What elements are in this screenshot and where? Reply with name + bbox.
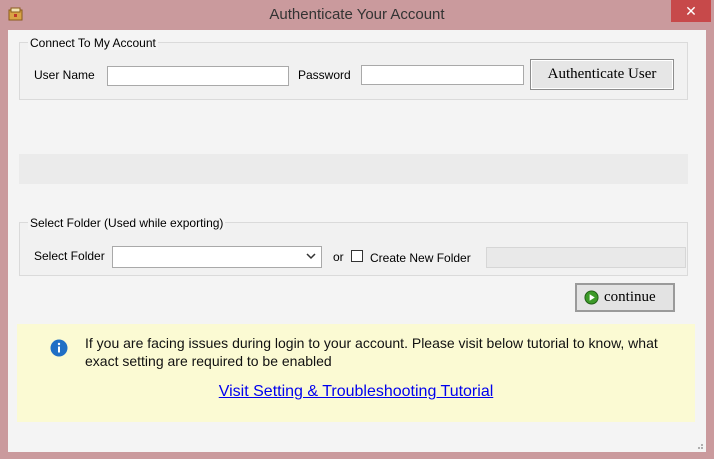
or-label: or xyxy=(333,250,344,264)
password-input[interactable] xyxy=(361,65,524,85)
info-panel: If you are facing issues during login to… xyxy=(17,324,695,422)
chevron-down-icon xyxy=(306,253,316,260)
window-title: Authenticate Your Account xyxy=(269,6,445,23)
new-folder-name-input xyxy=(486,247,686,268)
progress-bar xyxy=(19,154,688,184)
client-area: Connect To My Account User Name Password… xyxy=(8,30,706,452)
play-circle-icon xyxy=(584,290,599,305)
close-button[interactable]: ✕ xyxy=(671,0,711,22)
info-icon xyxy=(50,339,68,357)
username-label: User Name xyxy=(34,68,95,82)
connect-account-legend: Connect To My Account xyxy=(28,36,158,50)
select-folder-dropdown[interactable] xyxy=(112,246,322,268)
select-folder-label: Select Folder xyxy=(34,249,105,263)
select-folder-group: Select Folder (Used while exporting) Sel… xyxy=(19,216,688,276)
select-folder-legend: Select Folder (Used while exporting) xyxy=(28,216,226,230)
app-window: Authenticate Your Account ✕ Connect To M… xyxy=(0,0,714,459)
title-bar: Authenticate Your Account ✕ xyxy=(0,0,714,30)
create-new-folder-label[interactable]: Create New Folder xyxy=(370,251,471,265)
password-label: Password xyxy=(298,68,351,82)
continue-button[interactable]: continue xyxy=(575,283,675,312)
troubleshooting-tutorial-link[interactable]: Visit Setting & Troubleshooting Tutorial xyxy=(17,383,695,401)
create-new-folder-checkbox[interactable] xyxy=(351,250,363,262)
info-message: If you are facing issues during login to… xyxy=(85,335,658,369)
continue-label: continue xyxy=(604,289,656,305)
connect-account-group: Connect To My Account User Name Password… xyxy=(19,36,688,100)
resize-grip-icon[interactable] xyxy=(694,440,704,450)
authenticate-user-button[interactable]: Authenticate User xyxy=(530,59,674,90)
username-input[interactable] xyxy=(107,66,289,86)
